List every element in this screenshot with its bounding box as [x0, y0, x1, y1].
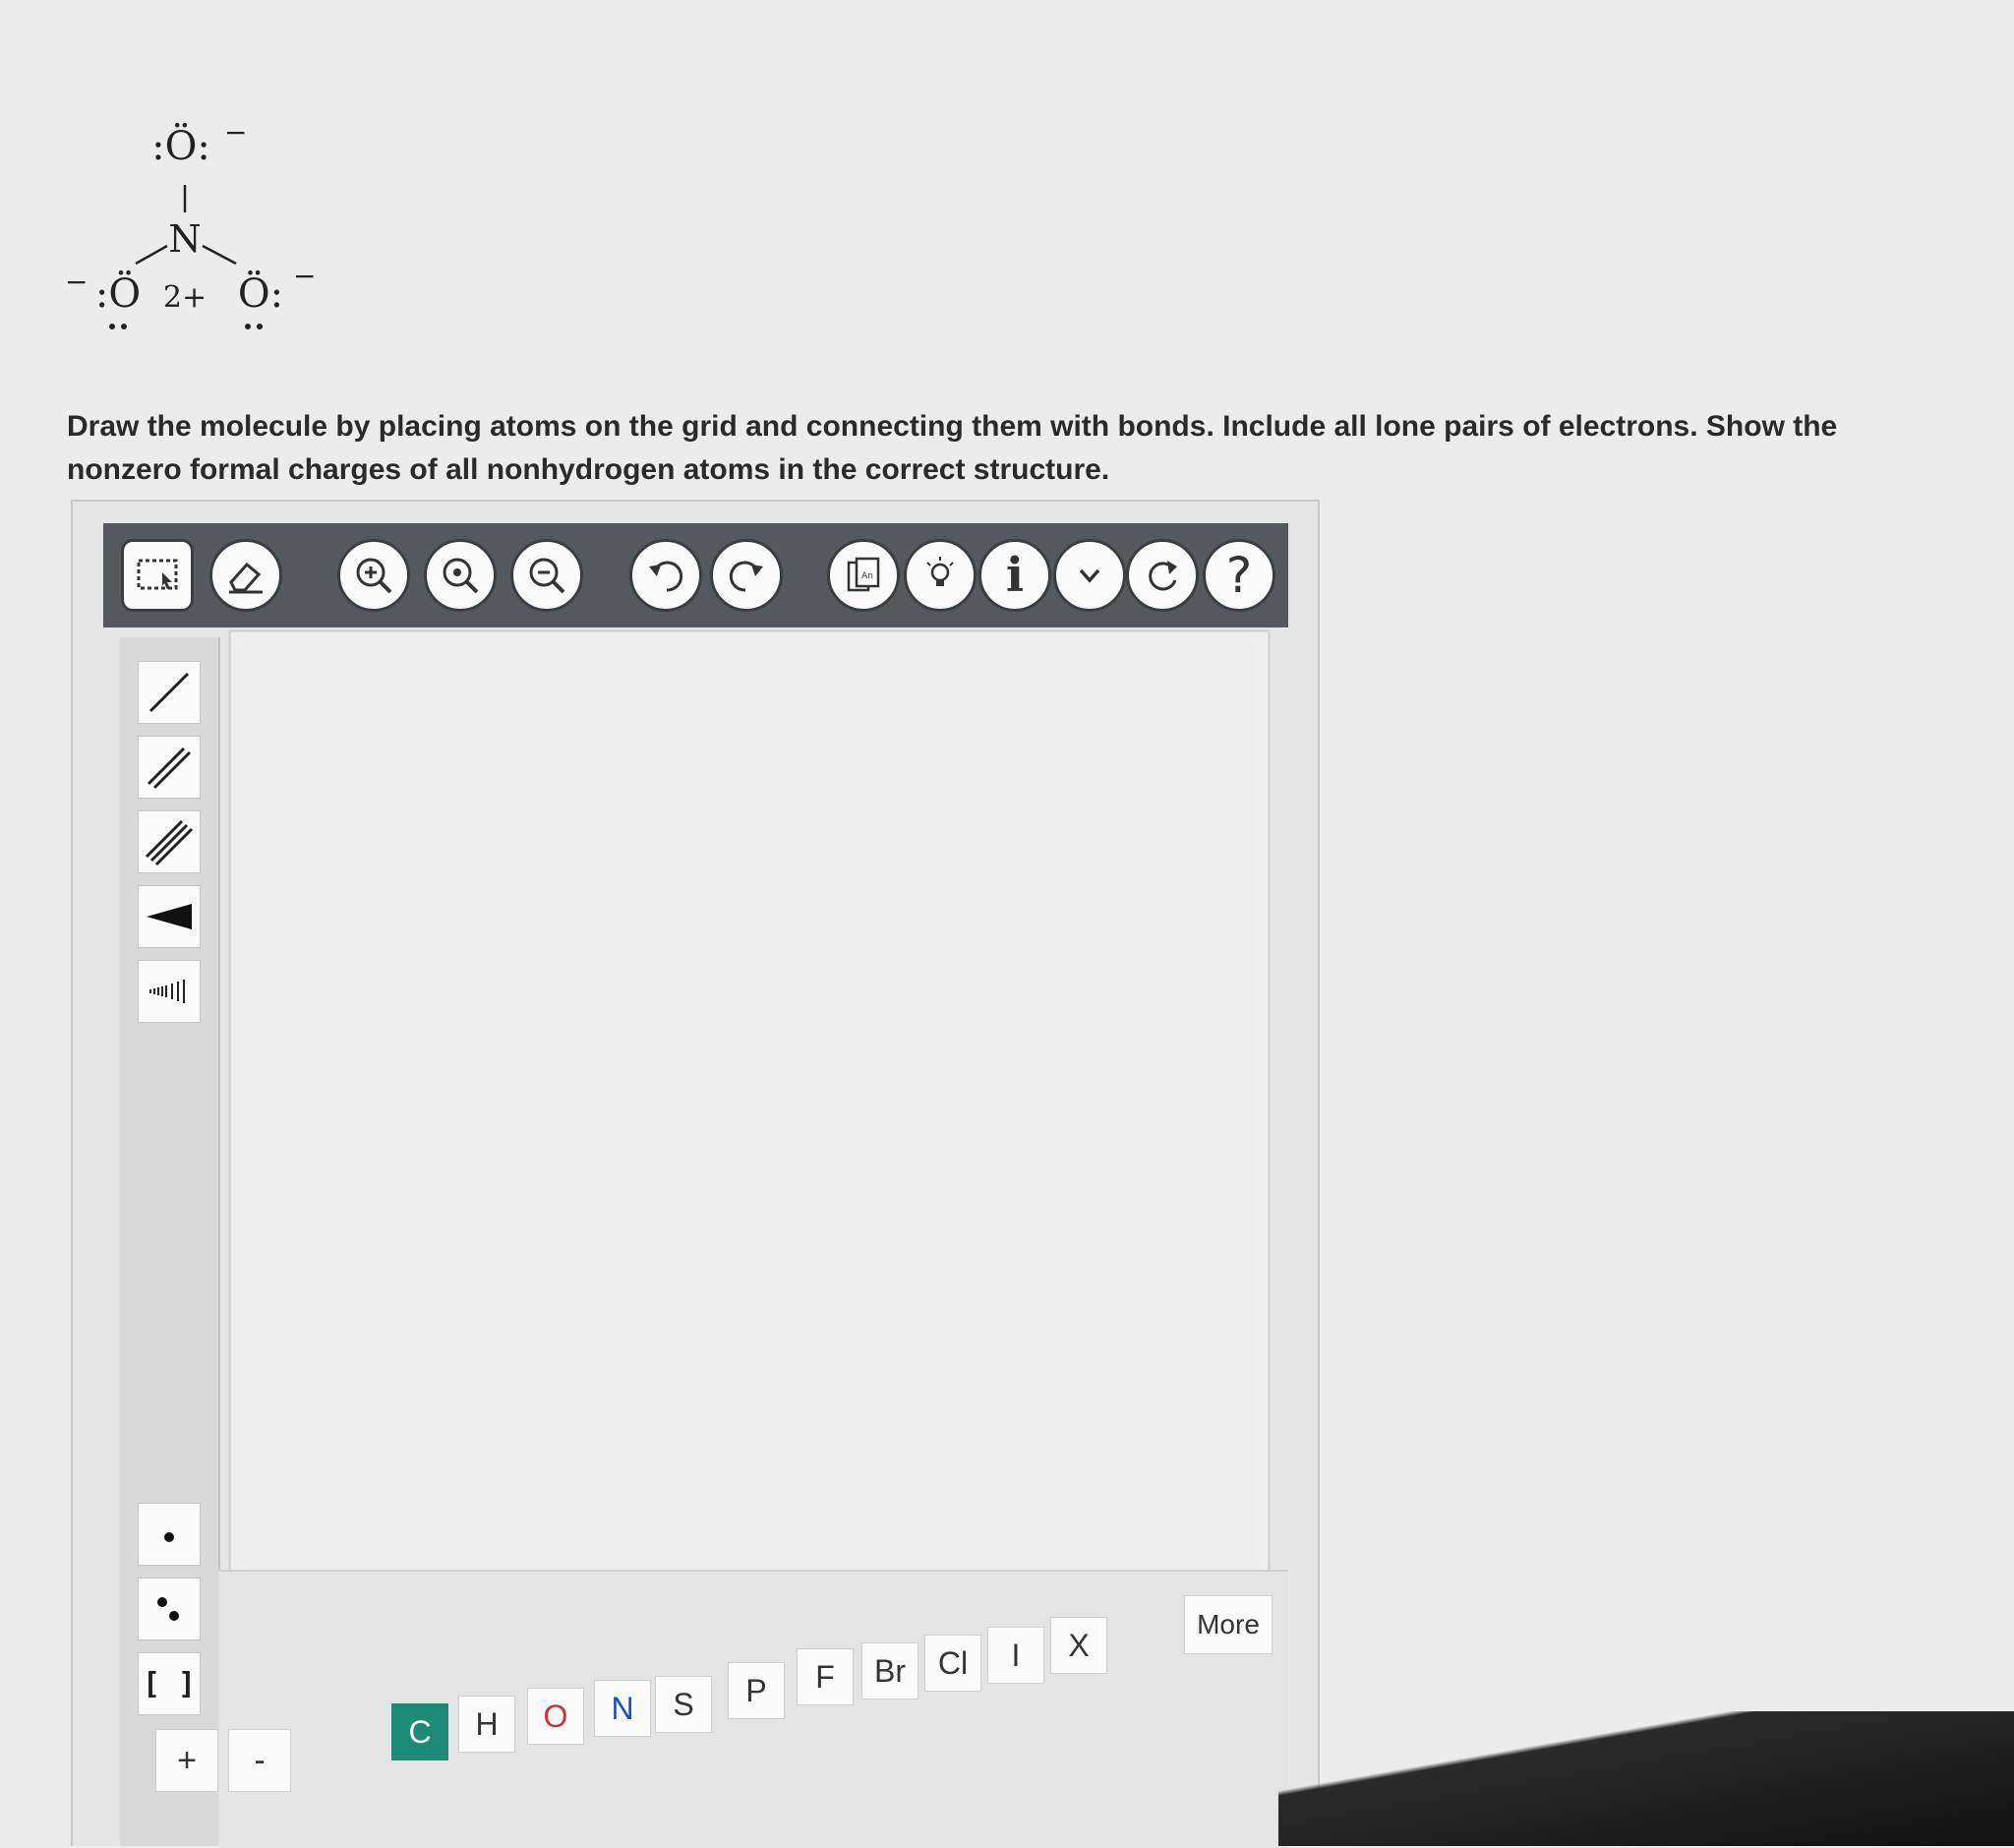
bracket-button[interactable]: [ ] [138, 1652, 201, 1715]
single-bond-icon [148, 672, 190, 713]
atom-X-button[interactable]: X [1050, 1617, 1107, 1674]
atom-F-button[interactable]: F [797, 1648, 854, 1705]
right-bond [202, 244, 237, 266]
zoom-out-button[interactable] [510, 539, 583, 612]
svg-text:An: An [861, 571, 873, 581]
question-prompt: Draw the molecule by placing atoms on th… [67, 410, 1838, 486]
redo-button[interactable] [710, 539, 783, 612]
double-bond-icon [147, 746, 192, 790]
atom-Cl-button[interactable]: Cl [924, 1635, 981, 1692]
right-oxygen-charge: − [293, 260, 316, 292]
zoom-reset-button[interactable] [424, 539, 497, 612]
single-electron-button[interactable] [138, 1503, 201, 1566]
undo-button[interactable] [629, 539, 702, 612]
chevron-down-icon [1079, 568, 1100, 583]
triple-bond-button[interactable] [138, 810, 201, 873]
lightbulb-icon [926, 557, 954, 586]
lone-pair-icon [157, 1597, 179, 1621]
zoom-reset-icon [443, 558, 479, 594]
drawing-grid[interactable] [243, 644, 1256, 1677]
eraser-icon [229, 562, 263, 594]
templates-button[interactable]: An [827, 539, 900, 612]
single-bond-button[interactable] [138, 661, 201, 724]
central-nitrogen: N [168, 217, 201, 261]
templates-icon: An [847, 557, 880, 592]
undo-icon [649, 561, 683, 592]
atom-H-button[interactable]: H [458, 1696, 515, 1753]
top-oxygen-charge: − [224, 116, 247, 149]
wedge-bond-icon [147, 904, 192, 929]
top-oxygen: :Ö: [151, 123, 210, 169]
triple-bond-icon [145, 819, 194, 866]
zoom-in-icon [356, 558, 392, 594]
atom-P-button[interactable]: P [728, 1662, 785, 1719]
eraser-button[interactable] [209, 539, 282, 612]
info-icon: i [1005, 548, 1025, 603]
atom-O-button[interactable]: O [527, 1688, 584, 1745]
zoom-out-icon [529, 558, 565, 594]
molecule-structure: :Ö: − N 2+ − :Ö Ö: − [65, 116, 316, 329]
redo-icon [729, 561, 763, 592]
refresh-icon [1149, 561, 1177, 591]
left-bond [135, 244, 168, 266]
atom-N-button[interactable]: N [594, 1680, 651, 1737]
select-icon [137, 559, 178, 590]
wedge-bond-button[interactable] [138, 885, 201, 948]
left-oxygen-charge: − [65, 266, 88, 298]
more-atoms-button[interactable]: More [1184, 1595, 1273, 1654]
zoom-in-button[interactable] [337, 539, 410, 612]
hash-bond-button[interactable] [138, 960, 201, 1023]
info-button[interactable]: i [978, 539, 1051, 612]
lone-pair-button[interactable] [138, 1578, 201, 1640]
positive-charge-button[interactable]: + [155, 1729, 218, 1792]
drawing-canvas[interactable] [228, 629, 1271, 1692]
select-tool-button[interactable] [121, 539, 194, 612]
atom-C-button[interactable]: C [391, 1703, 448, 1760]
bond-sidebar: [ ] [120, 637, 220, 1846]
double-bond-button[interactable] [138, 736, 201, 799]
refresh-button[interactable] [1126, 539, 1199, 612]
atom-S-button[interactable]: S [655, 1676, 712, 1733]
right-oxygen: Ö: [238, 270, 283, 317]
hash-bond-icon [149, 980, 185, 1003]
atom-I-button[interactable]: I [987, 1627, 1044, 1684]
hint-button[interactable] [904, 539, 977, 612]
central-charge: 2+ [163, 280, 207, 315]
negative-charge-button[interactable]: - [228, 1729, 291, 1792]
monitor-bezel [1278, 1711, 2014, 1846]
help-button[interactable]: ? [1203, 539, 1275, 612]
atom-Br-button[interactable]: Br [861, 1642, 918, 1699]
left-oxygen: :Ö [95, 270, 141, 317]
toolbar: An i ? [103, 523, 1288, 627]
help-icon: ? [1225, 547, 1253, 604]
single-electron-icon [164, 1532, 174, 1542]
dropdown-button[interactable] [1053, 539, 1126, 612]
